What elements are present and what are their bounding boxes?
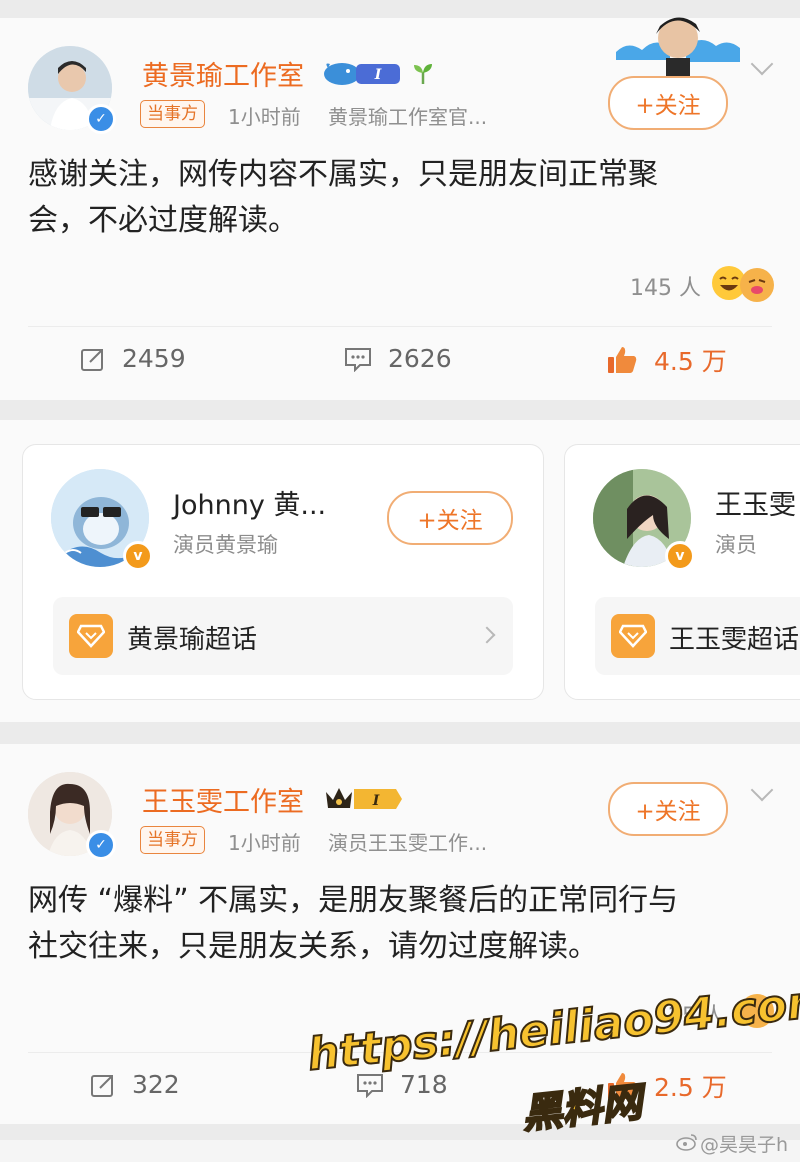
weibo-logo-icon [676, 1132, 698, 1156]
chevron-down-icon[interactable] [750, 778, 774, 802]
comment-button[interactable]: 2626 [344, 344, 452, 373]
repost-count: 2459 [122, 344, 186, 373]
supertopic-diamond-icon [611, 614, 655, 658]
chevron-right-icon [478, 626, 496, 644]
suggestion-card[interactable]: v 王玉雯 演员 王玉雯超话 [564, 444, 800, 700]
post-content: 感谢关注，网传内容不属实，只是朋友间正常聚 会，不必过度解读。 [28, 152, 772, 244]
level-text: I [372, 793, 380, 809]
repost-button[interactable]: 2459 [80, 344, 186, 373]
chevron-down-icon[interactable] [750, 52, 774, 76]
supertopic-label: 黄景瑜超话 [127, 625, 258, 655]
repost-count: 322 [132, 1070, 180, 1099]
watermark-credit: @昊昊子h [700, 1134, 789, 1156]
verified-badge-icon: ✓ [86, 104, 116, 134]
account-desc: 演员 [715, 533, 757, 557]
party-tag: 当事方 [140, 100, 205, 128]
sticker-avatar-icon [616, 12, 740, 82]
account-name[interactable]: Johnny 黄... [173, 483, 326, 522]
comment-count: 2626 [388, 344, 452, 373]
verified-badge-icon: ✓ [86, 830, 116, 860]
repost-icon [90, 1072, 116, 1098]
post-content-line: 感谢关注，网传内容不属实，只是朋友间正常聚 [28, 157, 658, 192]
repost-button[interactable]: 322 [90, 1070, 180, 1099]
verified-badge-icon: v [665, 541, 695, 571]
divider [28, 326, 772, 327]
author-name[interactable]: 黄景瑜工作室 [142, 54, 304, 93]
reactors-count[interactable]: 145 人 [630, 270, 701, 302]
follow-button[interactable]: +关注 [387, 491, 513, 545]
level-text: I [374, 67, 382, 83]
weibo-post-1: ✓ 黄景瑜工作室 I 当事方 1小时前 黄景瑜工作室官... +关注 感谢关注， [0, 17, 800, 400]
supertopic-link[interactable]: 黄景瑜超话 [53, 597, 513, 675]
post-content: 网传 “爆料” 不属实，是朋友聚餐后的正常同行与 社交往来，只是朋友关系，请勿过… [28, 878, 772, 970]
comment-count: 718 [400, 1070, 448, 1099]
post-time: 1小时前 [228, 831, 301, 855]
supertopic-label: 王玉雯超话 [669, 625, 800, 655]
watermark-site-name: 黑料网 [519, 1079, 645, 1139]
account-desc: 演员黄景瑜 [173, 533, 278, 557]
follow-button[interactable]: +关注 [608, 76, 728, 130]
comment-icon [344, 346, 372, 372]
member-crown-badge-icon: I [324, 784, 404, 814]
post-source: 黄景瑜工作室官... [328, 105, 488, 129]
thumbs-up-icon [606, 345, 638, 375]
verified-badge-icon: v [123, 541, 153, 571]
sprout-icon [410, 60, 436, 90]
follow-button[interactable]: +关注 [608, 782, 728, 836]
suggested-accounts: v Johnny 黄... 演员黄景瑜 +关注 黄景瑜超话 v 王玉雯 演员 王… [0, 420, 800, 722]
suggestion-card[interactable]: v Johnny 黄... 演员黄景瑜 +关注 黄景瑜超话 [22, 444, 544, 700]
party-tag: 当事方 [140, 826, 205, 854]
supertopic-link[interactable]: 王玉雯超话 [595, 597, 800, 675]
post-source: 演员王玉雯工作... [328, 831, 488, 855]
like-count: 4.5 万 [654, 347, 727, 376]
author-name[interactable]: 王玉雯工作室 [142, 780, 304, 819]
account-name[interactable]: 王玉雯 [715, 483, 796, 522]
like-button[interactable]: 4.5 万 [606, 342, 727, 378]
like-count: 2.5 万 [654, 1073, 727, 1102]
tongue-emoji-icon [740, 268, 774, 302]
repost-icon [80, 346, 106, 372]
member-badge-icon: I [322, 58, 402, 88]
post-content-line: 社交往来，只是朋友关系，请勿过度解读。 [28, 929, 598, 964]
post-time: 1小时前 [228, 105, 301, 129]
post-content-line: 会，不必过度解读。 [28, 203, 298, 238]
post-content-line: 网传 “爆料” 不属实，是朋友聚餐后的正常同行与 [28, 883, 679, 918]
supertopic-diamond-icon [69, 614, 113, 658]
